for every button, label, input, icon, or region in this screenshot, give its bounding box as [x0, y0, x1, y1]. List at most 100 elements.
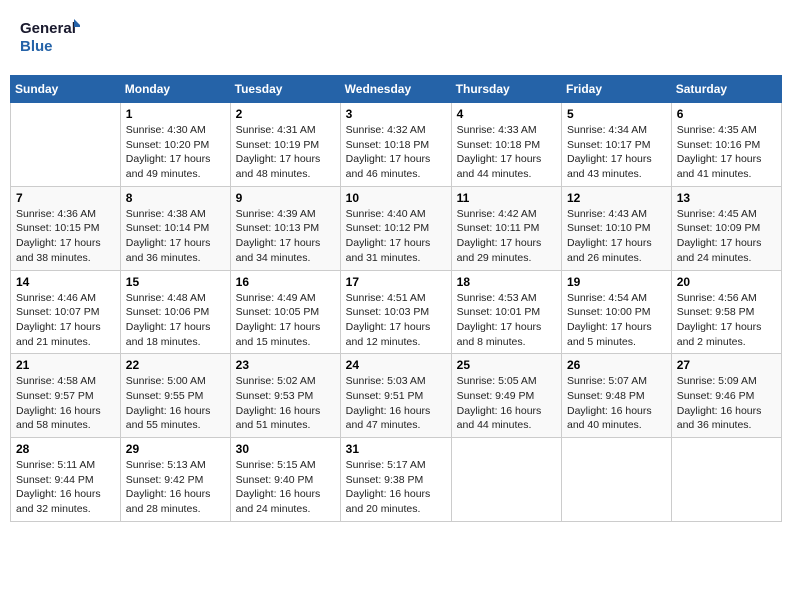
calendar-cell: 10 Sunrise: 4:40 AM Sunset: 10:12 PM Day… [340, 186, 451, 270]
week-row-2: 7 Sunrise: 4:36 AM Sunset: 10:15 PM Dayl… [11, 186, 782, 270]
calendar-cell: 15 Sunrise: 4:48 AM Sunset: 10:06 PM Day… [120, 270, 230, 354]
week-row-3: 14 Sunrise: 4:46 AM Sunset: 10:07 PM Day… [11, 270, 782, 354]
header-row: SundayMondayTuesdayWednesdayThursdayFrid… [11, 76, 782, 103]
day-number: 15 [126, 275, 225, 289]
cell-content: Sunrise: 4:49 AM Sunset: 10:05 PM Daylig… [236, 291, 335, 350]
col-header-friday: Friday [562, 76, 672, 103]
cell-content: Sunrise: 5:15 AM Sunset: 9:40 PM Dayligh… [236, 458, 335, 517]
day-number: 22 [126, 358, 225, 372]
calendar-cell: 27 Sunrise: 5:09 AM Sunset: 9:46 PM Dayl… [671, 354, 781, 438]
col-header-monday: Monday [120, 76, 230, 103]
day-number: 26 [567, 358, 666, 372]
calendar-cell: 23 Sunrise: 5:02 AM Sunset: 9:53 PM Dayl… [230, 354, 340, 438]
day-number: 3 [346, 107, 446, 121]
cell-content: Sunrise: 4:46 AM Sunset: 10:07 PM Daylig… [16, 291, 115, 350]
calendar-cell: 4 Sunrise: 4:33 AM Sunset: 10:18 PM Dayl… [451, 103, 561, 187]
calendar-cell: 9 Sunrise: 4:39 AM Sunset: 10:13 PM Dayl… [230, 186, 340, 270]
calendar-cell: 20 Sunrise: 4:56 AM Sunset: 9:58 PM Dayl… [671, 270, 781, 354]
cell-content: Sunrise: 5:00 AM Sunset: 9:55 PM Dayligh… [126, 374, 225, 433]
day-number: 2 [236, 107, 335, 121]
day-number: 30 [236, 442, 335, 456]
calendar-cell [451, 438, 561, 522]
calendar-cell: 17 Sunrise: 4:51 AM Sunset: 10:03 PM Day… [340, 270, 451, 354]
day-number: 10 [346, 191, 446, 205]
cell-content: Sunrise: 4:34 AM Sunset: 10:17 PM Daylig… [567, 123, 666, 182]
svg-text:Blue: Blue [20, 38, 53, 55]
calendar-cell: 18 Sunrise: 4:53 AM Sunset: 10:01 PM Day… [451, 270, 561, 354]
col-header-tuesday: Tuesday [230, 76, 340, 103]
day-number: 24 [346, 358, 446, 372]
calendar-cell: 26 Sunrise: 5:07 AM Sunset: 9:48 PM Dayl… [562, 354, 672, 438]
logo: General Blue [20, 15, 80, 60]
calendar-cell [671, 438, 781, 522]
day-number: 18 [457, 275, 556, 289]
day-number: 25 [457, 358, 556, 372]
cell-content: Sunrise: 4:54 AM Sunset: 10:00 PM Daylig… [567, 291, 666, 350]
day-number: 21 [16, 358, 115, 372]
cell-content: Sunrise: 4:43 AM Sunset: 10:10 PM Daylig… [567, 207, 666, 266]
calendar-cell: 31 Sunrise: 5:17 AM Sunset: 9:38 PM Dayl… [340, 438, 451, 522]
week-row-1: 1 Sunrise: 4:30 AM Sunset: 10:20 PM Dayl… [11, 103, 782, 187]
day-number: 4 [457, 107, 556, 121]
calendar-table: SundayMondayTuesdayWednesdayThursdayFrid… [10, 75, 782, 522]
cell-content: Sunrise: 4:51 AM Sunset: 10:03 PM Daylig… [346, 291, 446, 350]
day-number: 16 [236, 275, 335, 289]
day-number: 29 [126, 442, 225, 456]
calendar-cell: 28 Sunrise: 5:11 AM Sunset: 9:44 PM Dayl… [11, 438, 121, 522]
calendar-cell: 12 Sunrise: 4:43 AM Sunset: 10:10 PM Day… [562, 186, 672, 270]
page-header: General Blue [10, 10, 782, 65]
day-number: 12 [567, 191, 666, 205]
cell-content: Sunrise: 4:30 AM Sunset: 10:20 PM Daylig… [126, 123, 225, 182]
day-number: 17 [346, 275, 446, 289]
day-number: 5 [567, 107, 666, 121]
week-row-4: 21 Sunrise: 4:58 AM Sunset: 9:57 PM Dayl… [11, 354, 782, 438]
calendar-cell: 29 Sunrise: 5:13 AM Sunset: 9:42 PM Dayl… [120, 438, 230, 522]
cell-content: Sunrise: 5:09 AM Sunset: 9:46 PM Dayligh… [677, 374, 776, 433]
cell-content: Sunrise: 4:35 AM Sunset: 10:16 PM Daylig… [677, 123, 776, 182]
calendar-cell: 16 Sunrise: 4:49 AM Sunset: 10:05 PM Day… [230, 270, 340, 354]
calendar-cell: 8 Sunrise: 4:38 AM Sunset: 10:14 PM Dayl… [120, 186, 230, 270]
day-number: 1 [126, 107, 225, 121]
logo-svg: General Blue [20, 15, 80, 60]
cell-content: Sunrise: 4:42 AM Sunset: 10:11 PM Daylig… [457, 207, 556, 266]
cell-content: Sunrise: 4:58 AM Sunset: 9:57 PM Dayligh… [16, 374, 115, 433]
col-header-sunday: Sunday [11, 76, 121, 103]
day-number: 27 [677, 358, 776, 372]
day-number: 20 [677, 275, 776, 289]
cell-content: Sunrise: 5:07 AM Sunset: 9:48 PM Dayligh… [567, 374, 666, 433]
day-number: 13 [677, 191, 776, 205]
calendar-cell: 25 Sunrise: 5:05 AM Sunset: 9:49 PM Dayl… [451, 354, 561, 438]
calendar-cell: 6 Sunrise: 4:35 AM Sunset: 10:16 PM Dayl… [671, 103, 781, 187]
cell-content: Sunrise: 4:48 AM Sunset: 10:06 PM Daylig… [126, 291, 225, 350]
calendar-cell: 2 Sunrise: 4:31 AM Sunset: 10:19 PM Dayl… [230, 103, 340, 187]
cell-content: Sunrise: 4:32 AM Sunset: 10:18 PM Daylig… [346, 123, 446, 182]
calendar-cell: 22 Sunrise: 5:00 AM Sunset: 9:55 PM Dayl… [120, 354, 230, 438]
day-number: 23 [236, 358, 335, 372]
calendar-cell: 7 Sunrise: 4:36 AM Sunset: 10:15 PM Dayl… [11, 186, 121, 270]
calendar-cell: 1 Sunrise: 4:30 AM Sunset: 10:20 PM Dayl… [120, 103, 230, 187]
day-number: 8 [126, 191, 225, 205]
cell-content: Sunrise: 5:17 AM Sunset: 9:38 PM Dayligh… [346, 458, 446, 517]
cell-content: Sunrise: 5:13 AM Sunset: 9:42 PM Dayligh… [126, 458, 225, 517]
day-number: 28 [16, 442, 115, 456]
cell-content: Sunrise: 4:39 AM Sunset: 10:13 PM Daylig… [236, 207, 335, 266]
cell-content: Sunrise: 5:02 AM Sunset: 9:53 PM Dayligh… [236, 374, 335, 433]
calendar-cell: 14 Sunrise: 4:46 AM Sunset: 10:07 PM Day… [11, 270, 121, 354]
day-number: 14 [16, 275, 115, 289]
day-number: 11 [457, 191, 556, 205]
calendar-cell: 30 Sunrise: 5:15 AM Sunset: 9:40 PM Dayl… [230, 438, 340, 522]
cell-content: Sunrise: 4:33 AM Sunset: 10:18 PM Daylig… [457, 123, 556, 182]
svg-text:General: General [20, 20, 76, 37]
cell-content: Sunrise: 5:03 AM Sunset: 9:51 PM Dayligh… [346, 374, 446, 433]
cell-content: Sunrise: 5:05 AM Sunset: 9:49 PM Dayligh… [457, 374, 556, 433]
calendar-cell: 3 Sunrise: 4:32 AM Sunset: 10:18 PM Dayl… [340, 103, 451, 187]
cell-content: Sunrise: 4:45 AM Sunset: 10:09 PM Daylig… [677, 207, 776, 266]
day-number: 19 [567, 275, 666, 289]
col-header-wednesday: Wednesday [340, 76, 451, 103]
calendar-cell: 21 Sunrise: 4:58 AM Sunset: 9:57 PM Dayl… [11, 354, 121, 438]
col-header-thursday: Thursday [451, 76, 561, 103]
cell-content: Sunrise: 4:56 AM Sunset: 9:58 PM Dayligh… [677, 291, 776, 350]
day-number: 6 [677, 107, 776, 121]
week-row-5: 28 Sunrise: 5:11 AM Sunset: 9:44 PM Dayl… [11, 438, 782, 522]
cell-content: Sunrise: 4:31 AM Sunset: 10:19 PM Daylig… [236, 123, 335, 182]
